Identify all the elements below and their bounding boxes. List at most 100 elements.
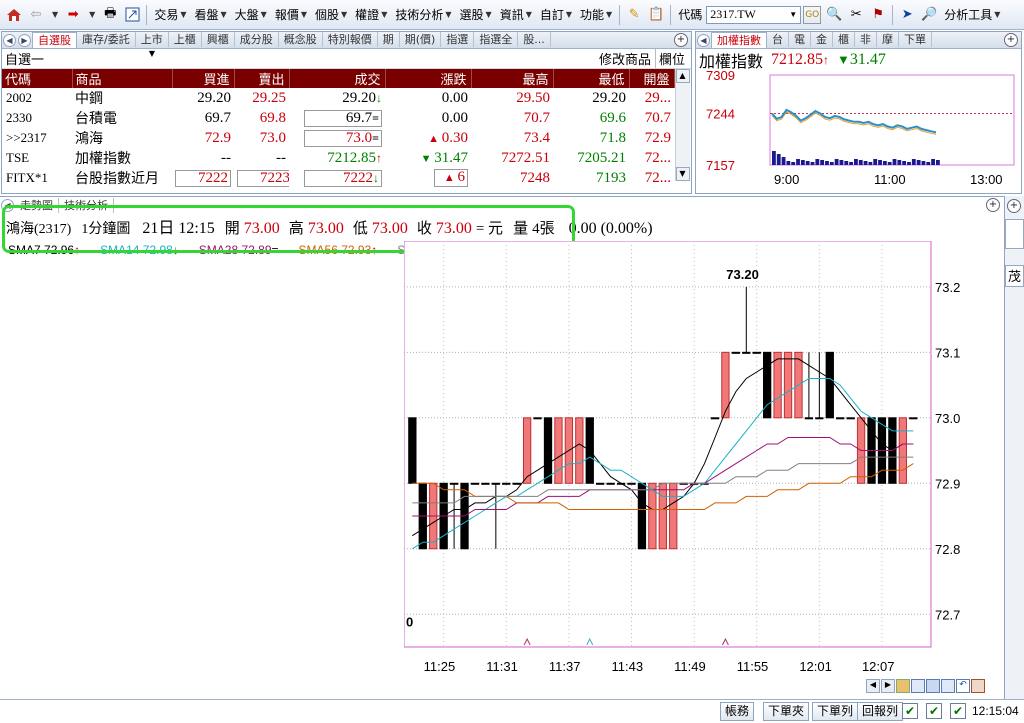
menu-2[interactable]: 大盤 ▼ xyxy=(231,4,271,26)
zoom-tool-icon[interactable]: 🔎 xyxy=(920,6,938,24)
menu-5[interactable]: 權證 ▼ xyxy=(351,4,391,26)
code-input[interactable]: 2317.TW ▼ xyxy=(706,5,802,24)
scroll-down-icon[interactable]: ▼ xyxy=(675,167,690,181)
news-icon[interactable]: GO xyxy=(803,5,822,24)
tab-10[interactable]: 指選 xyxy=(441,32,475,47)
tab-12[interactable]: 股... xyxy=(518,32,551,47)
tab-0[interactable]: 自選股 xyxy=(32,32,77,48)
menu-3[interactable]: 報價 ▼ xyxy=(271,4,311,26)
menu-4[interactable]: 個股 ▼ xyxy=(311,4,351,26)
back-icon[interactable]: ⇦ xyxy=(27,6,45,24)
volume-bar xyxy=(931,159,935,165)
scroll-up-icon[interactable]: ▲ xyxy=(675,69,690,83)
index-tab-1[interactable]: 台 xyxy=(767,32,789,47)
tab-3[interactable]: 上櫃 xyxy=(169,32,202,47)
tab-9[interactable]: 期(價) xyxy=(400,32,442,47)
home-icon[interactable] xyxy=(5,6,23,24)
expand-icon[interactable] xyxy=(941,679,955,693)
open-window-icon[interactable] xyxy=(123,6,141,24)
menu-9[interactable]: 自訂 ▼ xyxy=(536,4,576,26)
forward-icon[interactable]: ➡ xyxy=(64,6,82,24)
settings-icon[interactable] xyxy=(971,679,985,693)
index-tab-4[interactable]: 櫃 xyxy=(833,32,855,47)
index-tab-3[interactable]: 金 xyxy=(811,32,833,47)
menu-7[interactable]: 選股 ▼ xyxy=(456,4,496,26)
menu-label: 報價 xyxy=(274,7,299,22)
scroll-right-icon[interactable]: ▶ xyxy=(881,679,895,693)
side-zoom-icon[interactable]: + xyxy=(1007,199,1021,213)
table-scrollbar[interactable]: ▲ ▼ xyxy=(674,69,690,181)
check-icon[interactable]: ✔ xyxy=(950,703,966,719)
analysis-tool-menu[interactable]: 分析工具 ▼ xyxy=(940,4,1004,26)
column-header[interactable]: 買進 xyxy=(172,69,235,88)
up-triangle-icon: ▲ xyxy=(443,172,458,184)
zoom-in-icon[interactable]: + xyxy=(674,33,688,47)
index-tab-6[interactable]: 摩 xyxy=(877,32,899,47)
column-header[interactable]: 代碼 xyxy=(2,69,73,88)
menu-8[interactable]: 資訊 ▼ xyxy=(496,4,536,26)
row-high: 7272.51 xyxy=(501,149,550,166)
table-row[interactable]: 2002 中鋼 29.20 29.25 29.20↓ 0.00 29.50 29.20 29..… xyxy=(2,88,674,108)
column-header[interactable]: 漲跌 xyxy=(385,69,472,88)
column-header[interactable]: 商品 xyxy=(72,69,173,88)
column-header[interactable]: 賣出 xyxy=(234,69,290,88)
check-icon[interactable]: ✔ xyxy=(902,703,918,719)
table-row[interactable]: FITX*1 台股指數近月 7222 7223 7222↓ ▲ 6 7248 7193 72..… xyxy=(2,168,674,188)
account-button[interactable]: 帳務 xyxy=(720,702,755,721)
menu-10[interactable]: 功能 ▼ xyxy=(576,4,616,26)
scroll-left-icon[interactable]: ◀ xyxy=(866,679,880,693)
candle-body xyxy=(491,482,500,485)
index-tab-0[interactable]: 加權指數 xyxy=(711,32,767,48)
tab-6[interactable]: 概念股 xyxy=(279,32,323,47)
watchlist-select[interactable]: 自選一 ▼ xyxy=(5,49,155,68)
columns-button[interactable]: 欄位 xyxy=(654,49,688,68)
table-row[interactable]: TSE 加權指數 -- -- 7212.85↑ ▼ 31.47 7272.51 7205.21… xyxy=(2,148,674,168)
table-row[interactable]: 2330 台積電 69.7 69.8 69.7= 0.00 70.7 69.6 70.7 xyxy=(2,108,674,128)
tab-4[interactable]: 興櫃 xyxy=(202,32,235,47)
next-tab-icon[interactable]: ▶ xyxy=(18,34,31,47)
prev-tab-icon[interactable]: ◀ xyxy=(3,34,16,47)
row-change: 0.00 xyxy=(385,88,471,108)
dropdown-icon[interactable]: ▼ xyxy=(789,10,797,19)
fit-icon[interactable] xyxy=(926,679,940,693)
column-header[interactable]: 最高 xyxy=(471,69,554,88)
report-bar-button[interactable]: 回報列 xyxy=(857,702,904,721)
zoom-chart-icon[interactable] xyxy=(911,679,925,693)
column-header[interactable]: 開盤 xyxy=(629,69,675,88)
order-bar-button[interactable]: 下單列 xyxy=(812,702,859,721)
cursor-icon[interactable]: ➤ xyxy=(898,6,916,24)
print-icon[interactable]: 🖶 xyxy=(101,6,119,24)
menu-6[interactable]: 技術分析 ▼ xyxy=(391,4,455,26)
stamp-icon[interactable]: ⚑ xyxy=(869,6,887,24)
side-scroll-top[interactable] xyxy=(1005,219,1024,249)
menu-0[interactable]: 交易 ▼ xyxy=(150,4,190,26)
column-header[interactable]: 成交 xyxy=(289,69,386,88)
index-tab-5[interactable]: 非 xyxy=(855,32,877,47)
row-open: 72... xyxy=(644,169,671,186)
tools-icon[interactable]: ✂ xyxy=(847,6,865,24)
table-row[interactable]: >>2317 鴻海 72.9 73.0 73.0= ▲ 0.30 73.4 71.8 72.9 xyxy=(2,128,674,148)
order-folder-button[interactable]: 下單夾 xyxy=(763,702,810,721)
edit-symbols-button[interactable]: 修改商品 xyxy=(595,49,655,68)
chart-tool-icon[interactable] xyxy=(896,679,910,693)
tab-8[interactable]: 期 xyxy=(378,32,400,47)
search-icon[interactable]: 🔍 xyxy=(825,6,843,24)
zoom-in-icon[interactable]: + xyxy=(1004,33,1018,47)
tab-7[interactable]: 特別報價 xyxy=(323,32,378,47)
pen-icon[interactable]: ✎ xyxy=(625,6,643,24)
menu-1[interactable]: 看盤 ▼ xyxy=(190,4,230,26)
index-tab-2[interactable]: 電 xyxy=(789,32,811,47)
side-tab[interactable]: 茂 xyxy=(1005,265,1024,287)
prev-tab-icon[interactable]: ◀ xyxy=(697,34,710,47)
tab-2[interactable]: 上市 xyxy=(136,32,169,47)
index-tab-7[interactable]: 下單 xyxy=(899,32,932,47)
tab-11[interactable]: 指選全 xyxy=(474,32,519,47)
check-icon[interactable]: ✔ xyxy=(926,703,942,719)
tab-1[interactable]: 庫存/委託 xyxy=(77,32,136,47)
candle-body xyxy=(554,417,563,484)
undo-icon[interactable]: ↶ xyxy=(956,679,970,693)
tab-5[interactable]: 成分股 xyxy=(235,32,279,47)
clipboard-icon[interactable]: 📋 xyxy=(647,6,665,24)
column-header[interactable]: 最低 xyxy=(553,69,630,88)
zoom-in-icon[interactable]: + xyxy=(986,198,1000,212)
